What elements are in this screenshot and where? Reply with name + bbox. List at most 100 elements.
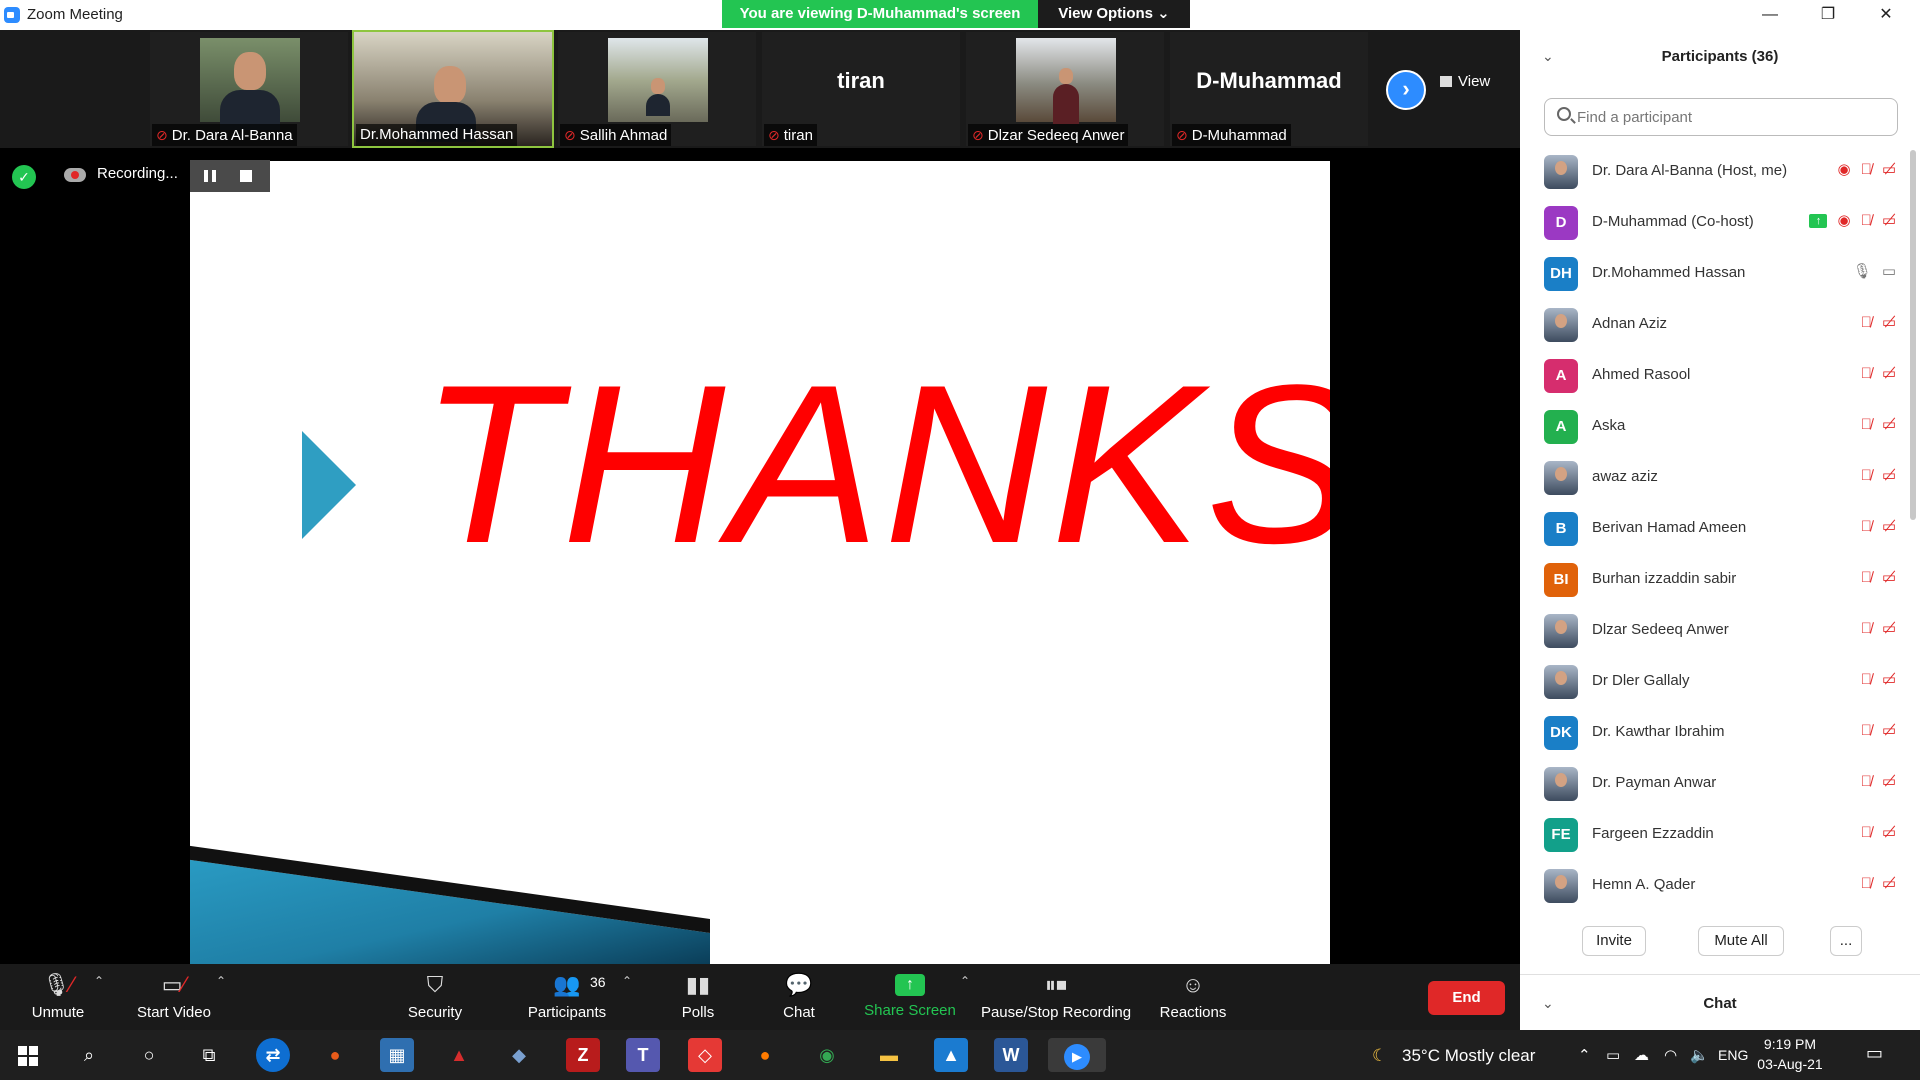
camera-off-icon[interactable]: ▭̸: [1882, 671, 1896, 688]
unmute-button[interactable]: 🎙⁄ Unmute ⌃: [18, 964, 104, 1030]
microphone-icon[interactable]: 🎙: [1853, 263, 1872, 280]
security-button[interactable]: ⛉ Security: [400, 964, 470, 1030]
security-shield-icon[interactable]: ✓: [12, 165, 36, 189]
more-options-button[interactable]: ...: [1830, 926, 1862, 956]
participant-row[interactable]: BI Burhan izzaddin sabir 🎙̸ ▭̸: [1520, 554, 1920, 605]
zoom-taskbar-icon[interactable]: ▶: [1048, 1038, 1106, 1072]
microphone-muted-icon[interactable]: 🎙̸: [1861, 875, 1872, 892]
participant-row[interactable]: Dr. Dara Al-Banna (Host, me) ◉ 🎙̸ ▭̸: [1520, 146, 1920, 197]
end-meeting-button[interactable]: End: [1428, 981, 1505, 1015]
onedrive-cloud-icon[interactable]: ☁: [1634, 1046, 1649, 1064]
weather-moon-icon[interactable]: ☾: [1372, 1046, 1387, 1066]
video-thumb[interactable]: tiran ⊘ tiran: [762, 32, 960, 146]
participant-list-scrollbar[interactable]: [1910, 150, 1916, 520]
start-video-button[interactable]: ▭⁄ Start Video ⌃: [130, 964, 226, 1030]
reactions-button[interactable]: ☺ Reactions: [1156, 964, 1230, 1030]
system-clock[interactable]: 9:19 PM 03-Aug-21: [1750, 1034, 1830, 1074]
participant-row[interactable]: DK Dr. Kawthar Ibrahim 🎙̸ ▭̸: [1520, 707, 1920, 758]
camera-off-icon[interactable]: ▭̸: [1882, 416, 1896, 433]
microphone-muted-icon[interactable]: 🎙̸: [1861, 416, 1872, 433]
invite-button[interactable]: Invite: [1582, 926, 1646, 956]
video-thumb[interactable]: ⊘ Sallih Ahmad: [558, 32, 756, 146]
participant-row[interactable]: Dlzar Sedeeq Anwer 🎙̸ ▭̸: [1520, 605, 1920, 656]
camera-off-icon[interactable]: ▭̸: [1882, 314, 1896, 331]
firefox-icon[interactable]: ●: [748, 1038, 782, 1072]
microphone-muted-icon[interactable]: 🎙̸: [1861, 365, 1872, 382]
camera-off-icon[interactable]: ▭̸: [1882, 722, 1896, 739]
microphone-muted-icon[interactable]: 🎙̸: [1861, 518, 1872, 535]
windows-start-icon[interactable]: [18, 1046, 38, 1066]
caret-up-icon[interactable]: ⌃: [216, 974, 226, 988]
anydesk-icon[interactable]: ◇: [688, 1038, 722, 1072]
spreadsheet-app-icon[interactable]: ▦: [380, 1038, 414, 1072]
participant-row[interactable]: Adnan Aziz 🎙̸ ▭̸: [1520, 299, 1920, 350]
microphone-muted-icon[interactable]: 🎙̸: [1861, 824, 1872, 841]
participants-button[interactable]: 👥 36 Participants ⌃: [524, 964, 632, 1030]
filezilla-icon[interactable]: Z: [566, 1038, 600, 1072]
microphone-muted-icon[interactable]: 🎙̸: [1861, 467, 1872, 484]
participant-row[interactable]: A Aska 🎙̸ ▭̸: [1520, 401, 1920, 452]
microphone-muted-icon[interactable]: 🎙̸: [1861, 314, 1872, 331]
notifications-icon[interactable]: ▭: [1866, 1043, 1883, 1064]
camera-off-icon[interactable]: ▭̸: [1882, 161, 1896, 178]
microphone-muted-icon[interactable]: 🎙̸: [1861, 620, 1872, 637]
pause-stop-recording-button[interactable]: ⏸⏹ Pause/Stop Recording: [980, 964, 1132, 1030]
volume-icon[interactable]: 🔈: [1690, 1046, 1709, 1064]
participant-row[interactable]: Dr. Payman Anwar 🎙̸ ▭̸: [1520, 758, 1920, 809]
camera-off-icon[interactable]: ▭̸: [1882, 569, 1896, 586]
microphone-muted-icon[interactable]: 🎙̸: [1861, 212, 1872, 229]
caret-up-icon[interactable]: ⌃: [622, 974, 632, 988]
stop-recording-icon[interactable]: [240, 170, 252, 182]
microphone-muted-icon[interactable]: 🎙̸: [1861, 773, 1872, 790]
camera-icon[interactable]: ▭: [1882, 263, 1896, 280]
microphone-muted-icon[interactable]: 🎙̸: [1861, 722, 1872, 739]
participant-row[interactable]: A Ahmed Rasool 🎙̸ ▭̸: [1520, 350, 1920, 401]
teamviewer-icon[interactable]: ⇄: [256, 1038, 290, 1072]
camera-off-icon[interactable]: ▭̸: [1882, 824, 1896, 841]
chat-button[interactable]: 💬 Chat: [774, 964, 824, 1030]
view-layout-button[interactable]: View: [1440, 68, 1510, 96]
participant-row[interactable]: D D-Muhammad (Co-host) ↑ ◉ 🎙̸ ▭̸: [1520, 197, 1920, 248]
microphone-muted-icon[interactable]: 🎙̸: [1861, 569, 1872, 586]
task-view-icon[interactable]: ⧉: [192, 1038, 226, 1072]
microphone-muted-icon[interactable]: 🎙̸: [1861, 671, 1872, 688]
restore-button[interactable]: ❐: [1800, 0, 1856, 30]
participant-row[interactable]: FE Fargeen Ezzaddin 🎙̸ ▭̸: [1520, 809, 1920, 860]
camera-off-icon[interactable]: ▭̸: [1882, 620, 1896, 637]
camera-off-icon[interactable]: ▭̸: [1882, 365, 1896, 382]
pdf-app-icon[interactable]: ▲: [442, 1038, 476, 1072]
wifi-icon[interactable]: ◠: [1664, 1046, 1677, 1064]
minimize-button[interactable]: —: [1742, 0, 1798, 30]
cortana-icon[interactable]: ○: [132, 1038, 166, 1072]
next-page-arrow-icon[interactable]: ›: [1386, 70, 1426, 110]
mute-all-button[interactable]: Mute All: [1698, 926, 1784, 956]
file-explorer-icon[interactable]: ▬: [872, 1038, 906, 1072]
close-button[interactable]: ✕: [1858, 0, 1914, 30]
share-screen-button[interactable]: ↑ Share Screen ⌃: [862, 964, 970, 1030]
video-thumb[interactable]: ⊘ Dr. Dara Al-Banna: [150, 32, 348, 146]
tray-chevron-up-icon[interactable]: ⌃: [1578, 1046, 1591, 1064]
virtualbox-icon[interactable]: ◆: [502, 1038, 536, 1072]
video-thumb[interactable]: D-Muhammad ⊘ D-Muhammad: [1170, 32, 1368, 146]
polls-button[interactable]: ▮▮ Polls: [672, 964, 724, 1030]
language-indicator[interactable]: ENG: [1718, 1047, 1748, 1063]
camera-off-icon[interactable]: ▭̸: [1882, 518, 1896, 535]
camera-off-icon[interactable]: ▭̸: [1882, 467, 1896, 484]
video-thumb-active-speaker[interactable]: Dr.Mohammed Hassan: [352, 30, 554, 148]
battery-icon[interactable]: ▭: [1606, 1046, 1620, 1064]
video-thumb[interactable]: ⊘ Dlzar Sedeeq Anwer: [966, 32, 1164, 146]
participant-row[interactable]: Hemn A. Qader 🎙̸ ▭̸: [1520, 860, 1920, 908]
camera-off-icon[interactable]: ▭̸: [1882, 875, 1896, 892]
photos-icon[interactable]: ▲: [934, 1038, 968, 1072]
participant-row[interactable]: Dr Dler Gallaly 🎙̸ ▭̸: [1520, 656, 1920, 707]
search-input[interactable]: [1577, 105, 1877, 129]
search-icon[interactable]: ⌕: [72, 1038, 106, 1072]
pause-recording-icon[interactable]: [204, 170, 216, 182]
microphone-muted-icon[interactable]: 🎙̸: [1861, 161, 1872, 178]
camera-off-icon[interactable]: ▭̸: [1882, 212, 1896, 229]
participant-search[interactable]: [1544, 98, 1898, 136]
participant-row[interactable]: awaz aziz 🎙̸ ▭̸: [1520, 452, 1920, 503]
teams-icon[interactable]: T: [626, 1038, 660, 1072]
browser-icon[interactable]: ●: [318, 1038, 352, 1072]
camera-off-icon[interactable]: ▭̸: [1882, 773, 1896, 790]
